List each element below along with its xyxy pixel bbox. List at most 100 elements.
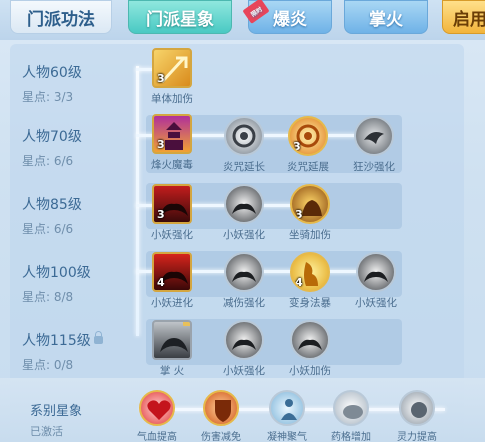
tab-sect-stars[interactable]: 门派星象 [128,0,232,34]
skill-label: 小妖进化 [151,297,193,309]
skill-label: 小妖强化 [355,297,397,309]
row-stars: 星点: 0/8 [22,358,74,372]
skill-node[interactable]: 3 炎咒延展 [278,116,338,174]
skill-count: 3 [157,208,165,221]
row-label-100: 人物100级 星点: 8/8 [22,262,91,305]
spell-wheel-icon: 3 [288,116,328,156]
skill-node[interactable]: 4 变身法暴 [280,252,340,310]
skill-count: 3 [157,72,165,85]
series-node[interactable]: 药格增加 [320,390,382,442]
skill-label: 小妖强化 [151,229,193,241]
transform-icon: 4 [290,252,330,292]
row-stars: 星点: 6/6 [22,154,74,168]
skill-label: 减伤强化 [223,297,265,309]
row-label-85: 人物85级 星点: 6/6 [22,194,82,237]
tab-baoyan-label: 爆炎 [273,9,307,30]
tab-bar: 门派功法 门派星象 限时 爆炎 掌火 启用 [0,0,485,40]
limited-badge: 限时 [242,0,270,24]
mount-icon: 3 [290,184,330,224]
row-level: 人物60级 [22,65,82,81]
skill-node[interactable]: 3 小妖强化 [142,184,202,242]
skill-node[interactable]: 小妖加伤 [280,320,340,378]
lock-icon [93,331,103,344]
skill-label: 小妖强化 [223,365,265,377]
skill-node[interactable]: 3 单体加伤 [142,48,202,106]
row-level: 人物85级 [22,197,82,213]
skill-node[interactable]: 小妖强化 [214,320,274,378]
row-level: 人物70级 [22,129,82,145]
row-stars: 星点: 8/8 [22,290,74,304]
skill-label: 烽火魔毒 [151,159,193,171]
pagoda-fire-icon: 3 [152,114,192,154]
skill-node[interactable]: 炎咒延长 [214,116,274,174]
skill-count: 3 [157,138,165,151]
skill-label: 单体加伤 [151,93,193,105]
series-node[interactable]: 凝神聚气 [256,390,318,442]
row-level: 人物100级 [22,265,91,281]
skill-node[interactable]: 减伤强化 [214,252,274,310]
series-label: 伤害减免 [201,432,241,442]
meditation-icon [269,390,305,426]
series-label: 凝神聚气 [267,432,307,442]
skill-node[interactable]: 狂沙强化 [344,116,404,174]
imp-icon [224,184,264,224]
skill-node[interactable]: 3 烽火魔毒 [142,114,202,172]
tab-zhanghuo[interactable]: 掌火 [344,0,428,34]
row-label-60: 人物60级 星点: 3/3 [22,62,82,105]
potion-icon [333,390,369,426]
series-node[interactable]: 灵力提高 [386,390,448,442]
skill-count: 3 [293,140,301,153]
skill-label: 小妖加伤 [289,365,331,377]
skill-node[interactable]: 3 坐骑加伤 [280,184,340,242]
imp-icon [224,252,264,292]
row-stars: 星点: 3/3 [22,90,74,104]
tree-trunk-line [136,66,139,336]
heart-icon [139,390,175,426]
spirit-icon [399,390,435,426]
lock-icon [321,322,328,326]
series-node[interactable]: 气血提高 [126,390,188,442]
lock-icon [255,186,262,190]
lock-icon [255,254,262,258]
skill-count: 4 [295,276,303,289]
skill-label: 炎咒延长 [223,161,265,173]
skill-count: 4 [157,276,165,289]
imp-evolve-icon: 4 [152,252,192,292]
skill-label: 炎咒延展 [287,161,329,173]
series-label: 气血提高 [137,432,177,442]
row-stars: 星点: 6/6 [22,222,74,236]
skill-node[interactable]: 小妖强化 [346,252,406,310]
lock-icon [255,322,262,326]
enable-button[interactable]: 启用 [442,0,485,34]
imp-icon [224,320,264,360]
lock-icon [183,322,190,326]
series-info: 系别星象 已激活 [30,400,82,439]
imp-icon [356,252,396,292]
skill-node[interactable]: 掌 火 [142,320,202,378]
tab-baoyan[interactable]: 限时 爆炎 [242,0,332,34]
sword-icon: 3 [152,48,192,88]
series-title: 系别星象 [30,404,83,419]
skill-label: 小妖强化 [223,229,265,241]
skill-label: 变身法暴 [289,297,331,309]
lock-icon [385,118,392,122]
series-node[interactable]: 伤害减免 [190,390,252,442]
spell-wheel-icon [224,116,264,156]
skill-label: 掌 火 [159,365,185,377]
imp-icon [290,320,330,360]
row-level-text: 人物115级 [22,333,91,349]
lock-icon [255,118,262,122]
series-label: 药格增加 [331,432,371,442]
skill-label: 狂沙强化 [353,161,395,173]
row-label-115: 人物115级 星点: 0/8 [22,330,103,373]
imp-icon: 3 [152,184,192,224]
series-label: 灵力提高 [397,432,437,442]
series-status: 已激活 [30,425,63,438]
tab-sect-skills[interactable]: 门派功法 [10,0,112,34]
skill-node[interactable]: 小妖强化 [214,184,274,242]
skill-count: 3 [295,208,303,221]
row-level: 人物115级 [22,330,103,350]
lock-icon [387,254,394,258]
skill-label: 坐骑加伤 [289,229,331,241]
skill-node[interactable]: 4 小妖进化 [142,252,202,310]
